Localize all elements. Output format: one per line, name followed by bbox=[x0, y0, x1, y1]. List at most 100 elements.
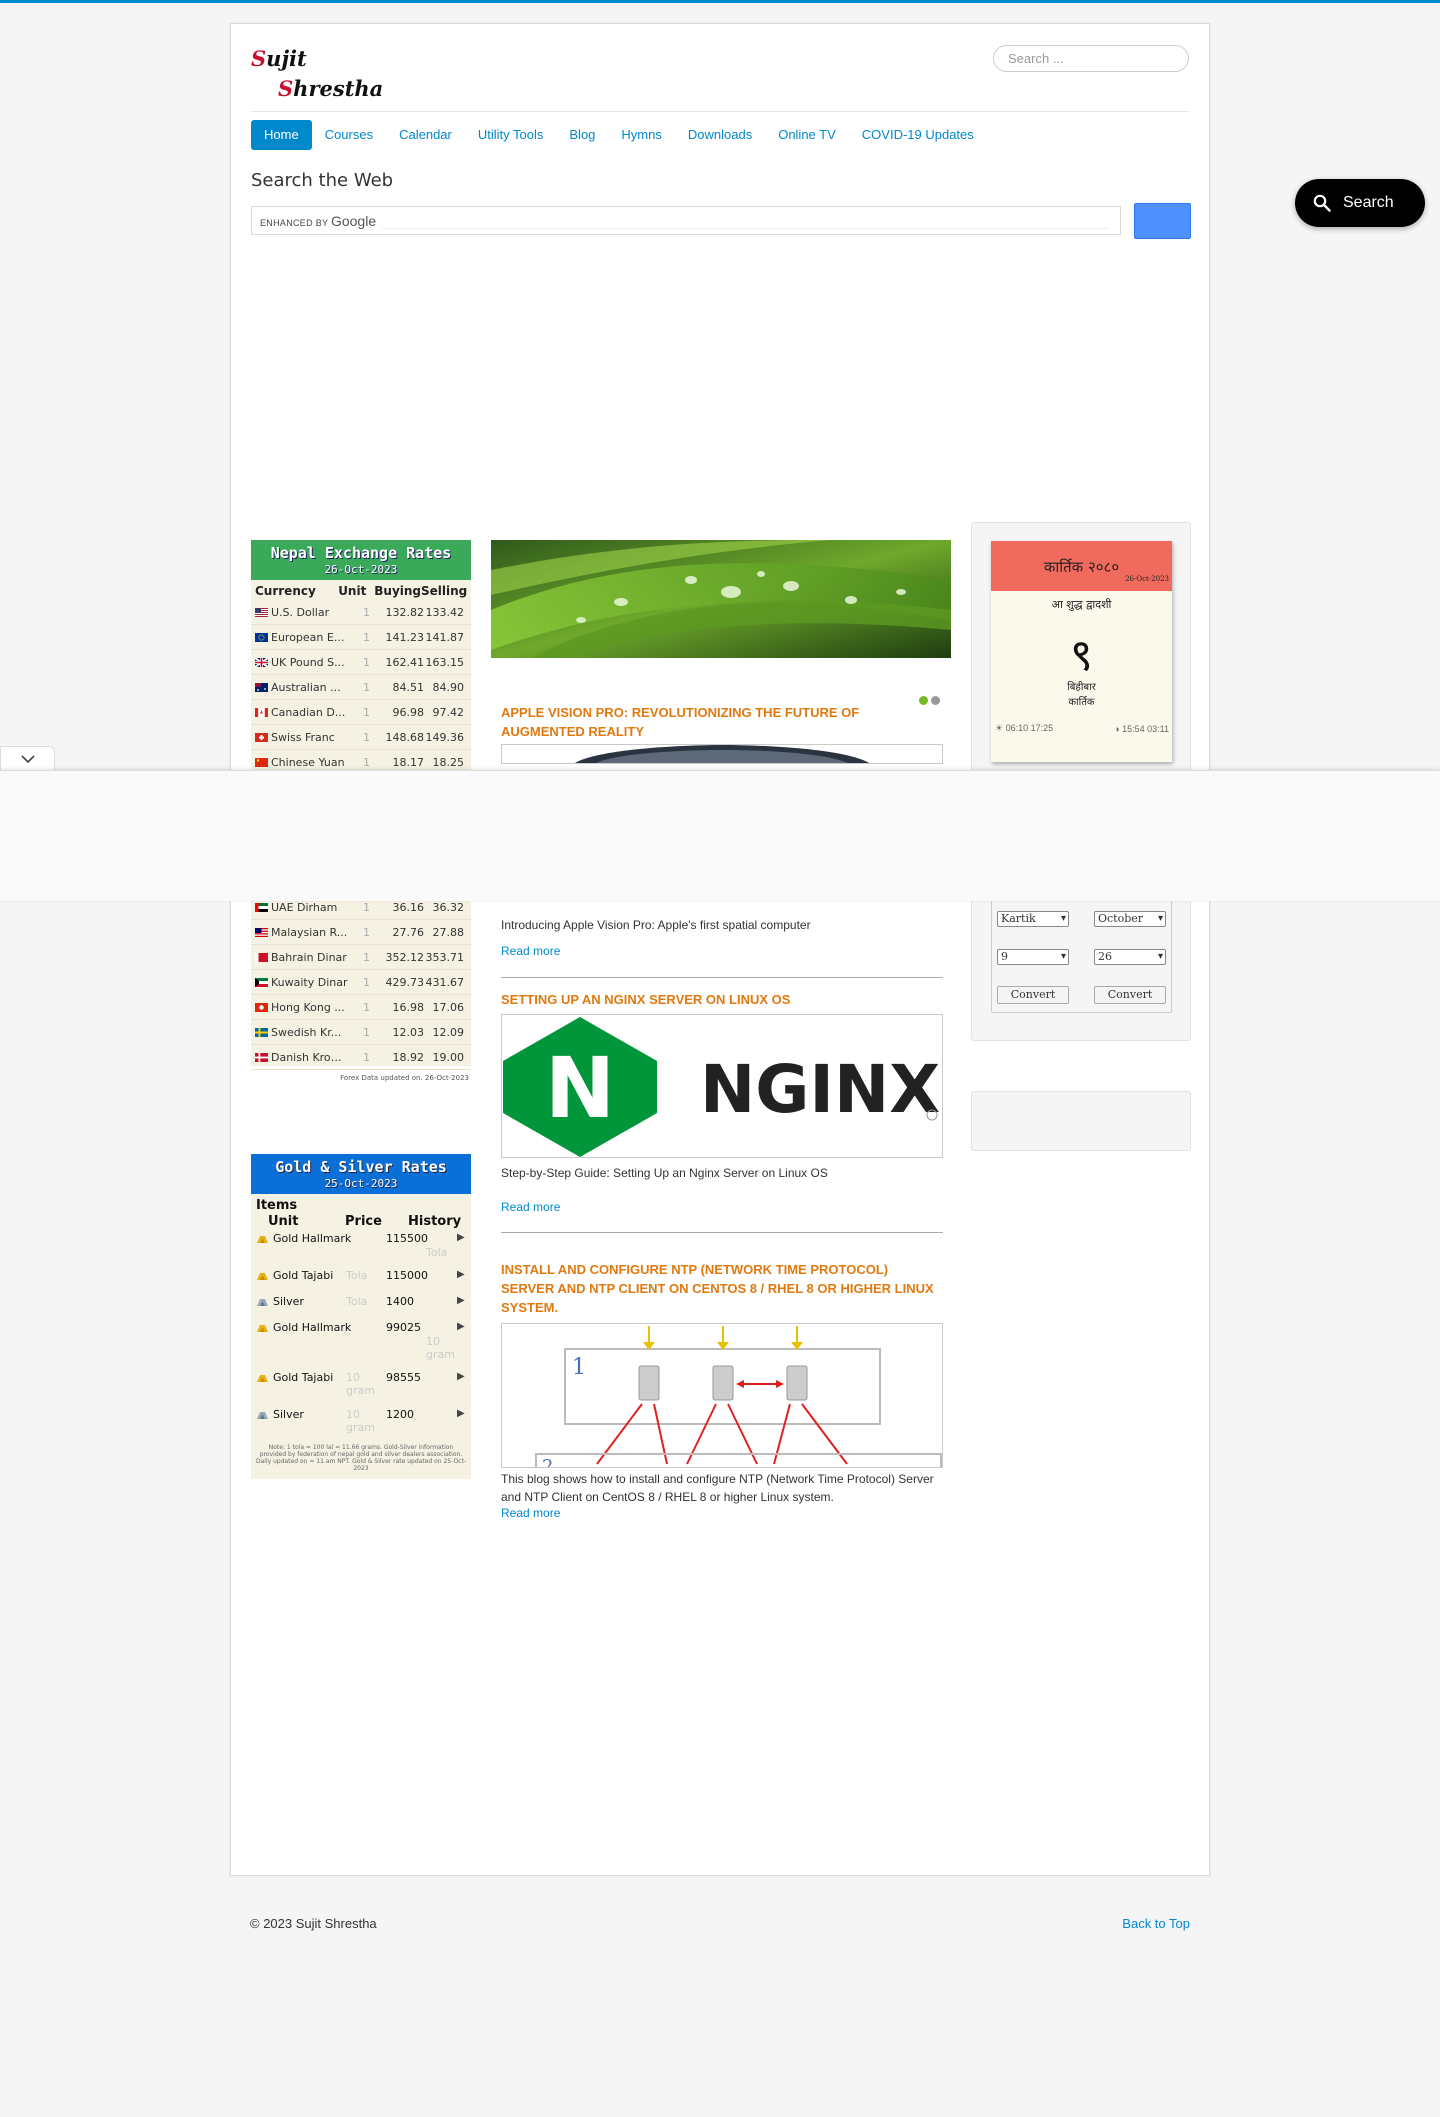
silver-bars-icon bbox=[257, 1412, 268, 1419]
ad-month-select[interactable]: October bbox=[1094, 911, 1166, 927]
ca-flag-icon bbox=[255, 707, 268, 717]
history-arrow-icon[interactable]: ▶ bbox=[457, 1371, 465, 1382]
bs-month-select[interactable]: Kartik bbox=[997, 911, 1069, 927]
back-to-top-link[interactable]: Back to Top bbox=[1122, 1916, 1190, 1931]
currency-unit: 1 bbox=[363, 1050, 370, 1064]
uk-flag-icon bbox=[255, 657, 268, 667]
site-search-input[interactable]: Search ... bbox=[993, 45, 1189, 72]
calendar-tithi: आ शुद्ध द्वादशी bbox=[1051, 598, 1112, 611]
post-title[interactable]: Apple Vision Pro: Revolutionizing the Fu… bbox=[501, 703, 943, 741]
currency-row: Canadian D... 1 96.98 97.42 bbox=[251, 700, 471, 725]
nav-online-tv[interactable]: Online TV bbox=[765, 120, 849, 150]
ad-collapse-tab[interactable] bbox=[0, 746, 55, 771]
gold-silver-title: Gold & Silver Rates bbox=[275, 1158, 447, 1176]
currency-selling: 97.42 bbox=[432, 705, 465, 719]
metal-rate-row: Gold Hallmark Tola 115500 ▶ bbox=[251, 1232, 471, 1269]
currency-buying: 12.03 bbox=[392, 1025, 425, 1039]
read-more-link[interactable]: Read more bbox=[501, 944, 943, 958]
currency-row: Australian ... 1 84.51 84.90 bbox=[251, 675, 471, 700]
currency-unit: 1 bbox=[363, 950, 370, 964]
hk-flag-icon bbox=[255, 1002, 268, 1012]
gold-bars-icon bbox=[257, 1236, 268, 1243]
nav-hymns[interactable]: Hymns bbox=[608, 120, 674, 150]
gold-silver-note: Note: 1 tola = 100 lal = 11.66 grams. Go… bbox=[256, 1444, 466, 1472]
history-arrow-icon[interactable]: ▶ bbox=[457, 1321, 465, 1332]
currency-row: Bahrain Dinar 1 352.12 353.71 bbox=[251, 945, 471, 970]
google-enhanced-label: ENHANCED BY Google bbox=[260, 213, 377, 229]
metal-unit: 10 gram bbox=[426, 1335, 455, 1361]
post-image-nginx-logo[interactable]: N NGINX bbox=[501, 1014, 943, 1158]
post-title[interactable]: Install and configure NTP (Network Time … bbox=[501, 1260, 943, 1317]
exchange-rates-list: U.S. Dollar 1 132.82 133.42 European E... 1 14… bbox=[251, 600, 471, 775]
currency-name: European E... bbox=[271, 630, 345, 644]
metal-name: Gold Hallmark bbox=[273, 1232, 352, 1245]
calendar-english-date: 26-Oct-2023 bbox=[1125, 575, 1169, 583]
currency-selling: 163.15 bbox=[425, 655, 465, 669]
page-container: Sujit Shrestha Search ... Home Courses C… bbox=[230, 23, 1210, 1876]
post-title[interactable]: Setting up an Nginx server on Linux OS bbox=[501, 990, 943, 1009]
currency-unit: 1 bbox=[363, 655, 370, 669]
gold-silver-widget: Gold & Silver Rates 25-Oct-2023 Items Un… bbox=[251, 1154, 471, 1479]
currency-buying: 352.12 bbox=[385, 950, 425, 964]
metal-name: Gold Tajabi bbox=[273, 1269, 334, 1282]
currency-name: Malaysian R... bbox=[271, 925, 348, 939]
history-arrow-icon[interactable]: ▶ bbox=[457, 1295, 465, 1306]
metal-unit: Tola bbox=[426, 1246, 448, 1259]
history-arrow-icon[interactable]: ▶ bbox=[457, 1269, 465, 1280]
blog-post-nginx: Setting up an Nginx server on Linux OS N… bbox=[501, 990, 943, 1233]
history-arrow-icon[interactable]: ▶ bbox=[457, 1408, 465, 1419]
nav-calendar[interactable]: Calendar bbox=[386, 120, 465, 150]
metal-price: 98555 bbox=[386, 1371, 421, 1384]
currency-selling: 17.06 bbox=[432, 1000, 465, 1014]
currency-selling: 353.71 bbox=[425, 950, 465, 964]
currency-name: Canadian D... bbox=[271, 705, 346, 719]
exchange-rates-date: 26-Oct-2023 bbox=[324, 563, 398, 576]
footer-copyright: © 2023 Sujit Shrestha bbox=[250, 1916, 377, 1931]
currency-buying: 84.51 bbox=[392, 680, 425, 694]
nav-courses[interactable]: Courses bbox=[312, 120, 386, 150]
nav-home[interactable]: Home bbox=[251, 120, 312, 150]
bh-flag-icon bbox=[255, 952, 268, 962]
nav-blog[interactable]: Blog bbox=[556, 120, 608, 150]
nav-covid-updates[interactable]: COVID-19 Updates bbox=[849, 120, 987, 150]
nepali-calendar-widget[interactable]: कार्तिक २०८० 26-Oct-2023 आ शुद्ध द्वादशी… bbox=[991, 541, 1172, 762]
featured-slider-image[interactable] bbox=[491, 540, 951, 658]
gold-bars-icon bbox=[257, 1325, 268, 1332]
ad-day-select[interactable]: 26 bbox=[1094, 949, 1166, 965]
bs-day-select[interactable]: 9 bbox=[997, 949, 1069, 965]
currency-selling: 18.25 bbox=[432, 755, 465, 769]
exchange-rates-header: Nepal Exchange Rates 26-Oct-2023 bbox=[251, 540, 471, 580]
currency-name: UAE Dirham bbox=[271, 900, 338, 914]
currency-selling: 84.90 bbox=[432, 680, 465, 694]
top-accent-bar bbox=[0, 0, 1440, 3]
google-search-input[interactable]: ENHANCED BY Google bbox=[251, 206, 1121, 235]
floating-search-button[interactable]: Search bbox=[1295, 179, 1425, 227]
exchange-rates-footer: Forex Data updated on. 26-Oct-2023 bbox=[340, 1074, 469, 1082]
logo-first-name: ujit bbox=[266, 46, 307, 71]
metal-name: Gold Tajabi bbox=[273, 1371, 334, 1384]
currency-name: Swedish Kr... bbox=[271, 1025, 342, 1039]
currency-row: Malaysian R... 1 27.76 27.88 bbox=[251, 920, 471, 945]
convert-ad-to-bs-button[interactable]: Convert bbox=[1094, 986, 1166, 1004]
site-logo[interactable]: Sujit Shrestha bbox=[251, 44, 383, 104]
metal-price: 1200 bbox=[386, 1408, 414, 1421]
convert-bs-to-ad-button[interactable]: Convert bbox=[997, 986, 1069, 1004]
diagram-label-1: 1 bbox=[572, 1355, 586, 1380]
metal-unit: Tola bbox=[346, 1269, 368, 1282]
history-arrow-icon[interactable]: ▶ bbox=[457, 1232, 465, 1243]
currency-row: U.S. Dollar 1 132.82 133.42 bbox=[251, 600, 471, 625]
currency-buying: 141.23 bbox=[385, 630, 425, 644]
read-more-link[interactable]: Read more bbox=[501, 1200, 943, 1214]
nav-utility-tools[interactable]: Utility Tools bbox=[465, 120, 557, 150]
read-more-link[interactable]: Read more bbox=[501, 1506, 943, 1520]
nav-downloads[interactable]: Downloads bbox=[675, 120, 765, 150]
google-search-button[interactable] bbox=[1134, 203, 1191, 239]
search-web-title: Search the Web bbox=[251, 170, 394, 191]
post-image-ntp-diagram[interactable]: 1 2 bbox=[501, 1323, 943, 1468]
nginx-logo-letter: N bbox=[545, 1039, 615, 1137]
search-icon bbox=[1313, 194, 1331, 212]
calendar-weekday: बिहीबार bbox=[1067, 682, 1096, 693]
currency-buying: 96.98 bbox=[392, 705, 425, 719]
post-image[interactable] bbox=[501, 744, 943, 764]
currency-row: Kuwaity Dinar 1 429.73 431.67 bbox=[251, 970, 471, 995]
